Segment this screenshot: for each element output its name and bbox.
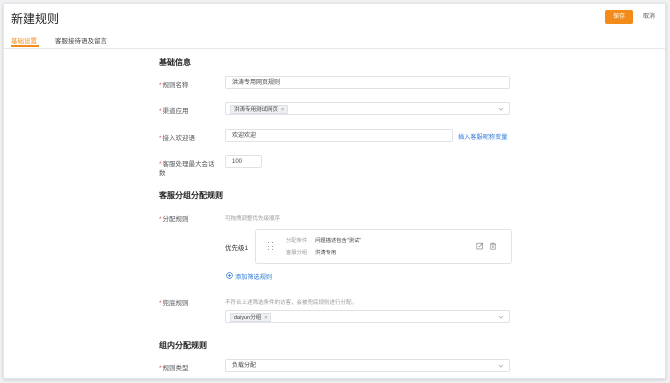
group-label: 客服分组 bbox=[286, 250, 308, 256]
channel-label: *渠道应用 bbox=[159, 108, 189, 115]
trash-icon[interactable] bbox=[489, 242, 497, 250]
channel-tag: 洪涛专用测试网页 × bbox=[230, 105, 289, 114]
condition-value: 问题描述包含"测试" bbox=[315, 238, 362, 244]
max-sessions-input[interactable]: 100 bbox=[225, 155, 262, 168]
close-icon[interactable]: × bbox=[264, 315, 267, 321]
fallback-group-tag: daiyun分组 × bbox=[230, 313, 272, 322]
section-basic-info-title: 基础信息 bbox=[159, 58, 191, 67]
fallback-rule-hint: 不符合上述筛选条件的访客，会被兜底规则进行分配。 bbox=[225, 300, 358, 306]
rule-type-label: *规则类型 bbox=[159, 365, 189, 372]
drag-handle-icon[interactable] bbox=[268, 242, 274, 251]
chevron-down-icon bbox=[498, 315, 504, 319]
save-button[interactable]: 保存 bbox=[605, 10, 633, 24]
max-sessions-label-line1: *客服处理最大会话 bbox=[159, 161, 215, 168]
channel-select[interactable]: 洪涛专用测试网页 × bbox=[225, 102, 510, 115]
rule-editor-window: 新建规则 保存 取消 基础设置 客服接待语及留言 基础信息 *规则名称 洪涛专用… bbox=[3, 3, 666, 379]
rule-name-input[interactable]: 洪涛专用网页规则 bbox=[225, 76, 510, 89]
tab-bar: 基础设置 客服接待语及留言 bbox=[4, 31, 665, 49]
section-group-rules-title: 客服分组分配规则 bbox=[159, 191, 223, 200]
insert-nickname-variable-link[interactable]: 插入客服昵称变量 bbox=[458, 132, 508, 141]
tab-reception-and-messages[interactable]: 客服接待语及留言 bbox=[55, 35, 107, 45]
fallback-rule-label: *兜底规则 bbox=[159, 300, 189, 307]
plus-circle-icon[interactable] bbox=[226, 272, 233, 279]
welcome-input[interactable]: 欢迎欢迎 bbox=[225, 129, 453, 142]
active-tab-indicator bbox=[11, 45, 39, 47]
section-inner-rules-title: 组内分配规则 bbox=[159, 341, 207, 350]
condition-label: 分配条件 bbox=[286, 238, 308, 244]
add-filter-rule-link[interactable]: 添加筛选规则 bbox=[235, 272, 272, 281]
assign-rule-label: *分配规则 bbox=[159, 216, 189, 223]
max-sessions-label-line2: 数 bbox=[159, 170, 166, 177]
edit-icon[interactable] bbox=[476, 242, 484, 250]
fallback-group-select[interactable]: daiyun分组 × bbox=[225, 310, 510, 323]
cancel-button[interactable]: 取消 bbox=[637, 10, 661, 24]
assign-rule-hint: 可拖拽调整优先级顺序 bbox=[225, 216, 281, 222]
rule-name-label: *规则名称 bbox=[159, 82, 189, 89]
chevron-down-icon bbox=[498, 107, 504, 111]
close-icon[interactable]: × bbox=[281, 107, 284, 113]
rule-card: 分配条件 问题描述包含"测试" 客服分组 洪涛专用 bbox=[255, 229, 512, 264]
tab-basic-settings[interactable]: 基础设置 bbox=[11, 35, 37, 45]
page-title: 新建规则 bbox=[11, 12, 60, 26]
rule-type-select[interactable]: 负载分配 bbox=[225, 359, 510, 372]
page-header: 新建规则 保存 取消 bbox=[4, 4, 665, 31]
welcome-label: *接入欢迎语 bbox=[159, 135, 196, 142]
priority-label: 优先级1 bbox=[225, 245, 249, 252]
group-value: 洪涛专用 bbox=[315, 250, 337, 256]
chevron-down-icon bbox=[498, 364, 504, 368]
